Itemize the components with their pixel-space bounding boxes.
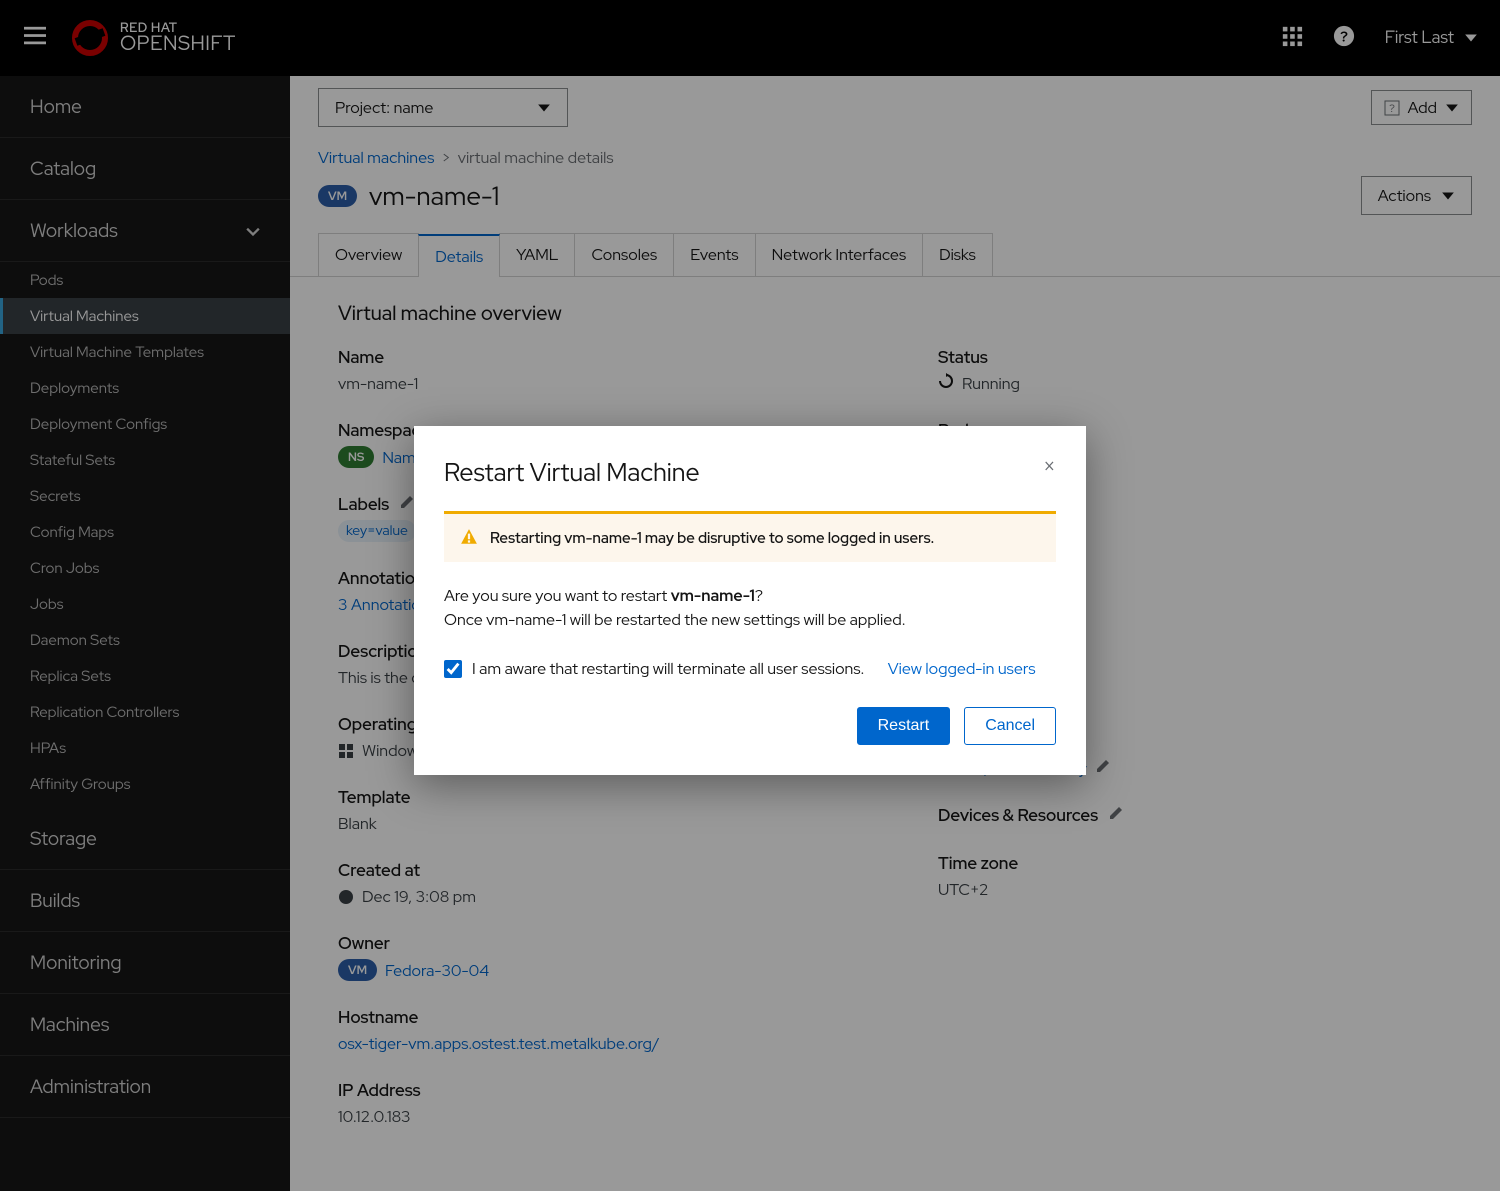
- close-icon[interactable]: ×: [1043, 456, 1056, 478]
- view-logged-in-link[interactable]: View logged-in users: [888, 658, 1036, 679]
- warning-alert: Restarting vm-name-1 may be disruptive t…: [444, 511, 1056, 562]
- warning-icon: [460, 528, 478, 546]
- restart-modal: Restart Virtual Machine × Restarting vm-…: [414, 426, 1086, 775]
- alert-text: Restarting vm-name-1 may be disruptive t…: [490, 528, 934, 548]
- modal-overlay: Restart Virtual Machine × Restarting vm-…: [0, 0, 1500, 1191]
- modal-body-line1: Are you sure you want to restart vm-name…: [444, 584, 1056, 608]
- confirm-text: I am aware that restarting will terminat…: [472, 658, 864, 679]
- restart-button[interactable]: Restart: [857, 707, 951, 745]
- modal-title: Restart Virtual Machine: [444, 456, 700, 489]
- cancel-button[interactable]: Cancel: [964, 707, 1056, 745]
- modal-body-line2: Once vm-name-1 will be restarted the new…: [444, 608, 1056, 632]
- confirm-checkbox[interactable]: [444, 660, 462, 678]
